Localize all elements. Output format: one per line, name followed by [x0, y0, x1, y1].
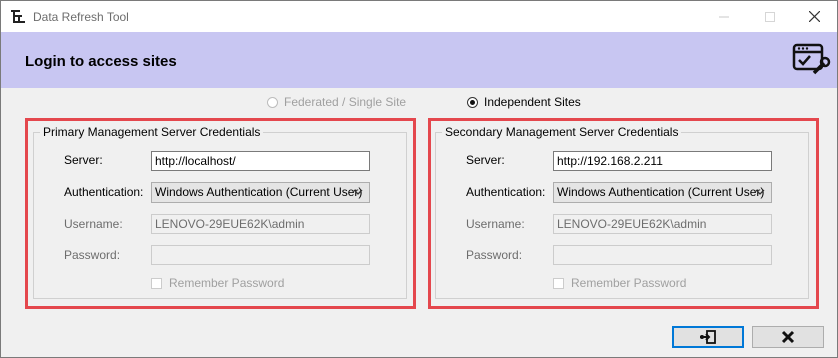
independent-sites-option[interactable]: Independent Sites — [467, 94, 581, 110]
primary-username-label: Username: — [64, 217, 123, 231]
title-bar: Data Refresh Tool — [1, 1, 837, 32]
primary-remember-password: Remember Password — [151, 276, 284, 290]
independent-radio[interactable] — [467, 96, 478, 108]
secondary-username-label: Username: — [466, 217, 525, 231]
primary-auth-select[interactable]: Windows Authentication (Current User) — [151, 182, 370, 203]
secondary-server-label: Server: — [466, 153, 505, 167]
login-icon — [700, 330, 716, 344]
secondary-username-input: LENOVO-29EUE62K\admin — [553, 214, 772, 234]
primary-password-label: Password: — [64, 248, 121, 262]
close-window-button[interactable] — [791, 1, 837, 32]
secondary-remember-password: Remember Password — [553, 276, 686, 290]
primary-group-title: Primary Management Server Credentials — [40, 125, 264, 139]
maximize-icon — [765, 11, 775, 22]
secondary-credentials-group: Secondary Management Server Credentials … — [435, 125, 809, 299]
window-title: Data Refresh Tool — [33, 10, 129, 24]
page-title: Login to access sites — [25, 53, 177, 70]
independent-label: Independent Sites — [484, 95, 581, 109]
secondary-auth-label: Authentication: — [466, 185, 546, 199]
minimize-button[interactable] — [701, 1, 747, 32]
close-x-icon — [781, 330, 795, 344]
secondary-auth-value: Windows Authentication (Current User) — [557, 185, 765, 199]
secondary-password-input — [553, 245, 772, 265]
close-icon — [808, 11, 820, 22]
primary-credentials-group: Primary Management Server Credentials Se… — [33, 125, 407, 299]
primary-username-input: LENOVO-29EUE62K\admin — [151, 214, 370, 234]
primary-auth-value: Windows Authentication (Current User) — [155, 185, 363, 199]
primary-remember-label: Remember Password — [169, 276, 285, 290]
tree-structure-icon — [11, 10, 25, 23]
chevron-down-icon — [353, 189, 363, 195]
secondary-server-input[interactable]: http://192.168.2.211 — [553, 151, 772, 171]
federated-label: Federated / Single Site — [284, 95, 407, 109]
federated-site-option[interactable]: Federated / Single Site — [267, 94, 406, 110]
primary-auth-label: Authentication: — [64, 185, 144, 199]
cancel-button[interactable] — [752, 326, 824, 348]
primary-server-input[interactable]: http://localhost/ — [151, 151, 370, 171]
primary-remember-checkbox — [151, 277, 162, 289]
minimize-icon — [719, 16, 729, 17]
federated-radio[interactable] — [267, 96, 278, 108]
chevron-down-icon — [755, 189, 765, 195]
secondary-remember-checkbox — [553, 277, 564, 289]
primary-password-input — [151, 245, 370, 265]
secondary-auth-select[interactable]: Windows Authentication (Current User) — [553, 182, 772, 203]
primary-server-label: Server: — [64, 153, 103, 167]
maximize-button[interactable] — [747, 1, 793, 32]
secondary-remember-label: Remember Password — [571, 276, 687, 290]
header-banner: Login to access sites — [1, 32, 837, 88]
window-check-wrench-icon — [792, 43, 831, 75]
secondary-password-label: Password: — [466, 248, 523, 262]
secondary-group-title: Secondary Management Server Credentials — [442, 125, 682, 139]
login-button[interactable] — [672, 326, 744, 348]
main-window: Data Refresh Tool Login to access sites — [0, 0, 838, 358]
